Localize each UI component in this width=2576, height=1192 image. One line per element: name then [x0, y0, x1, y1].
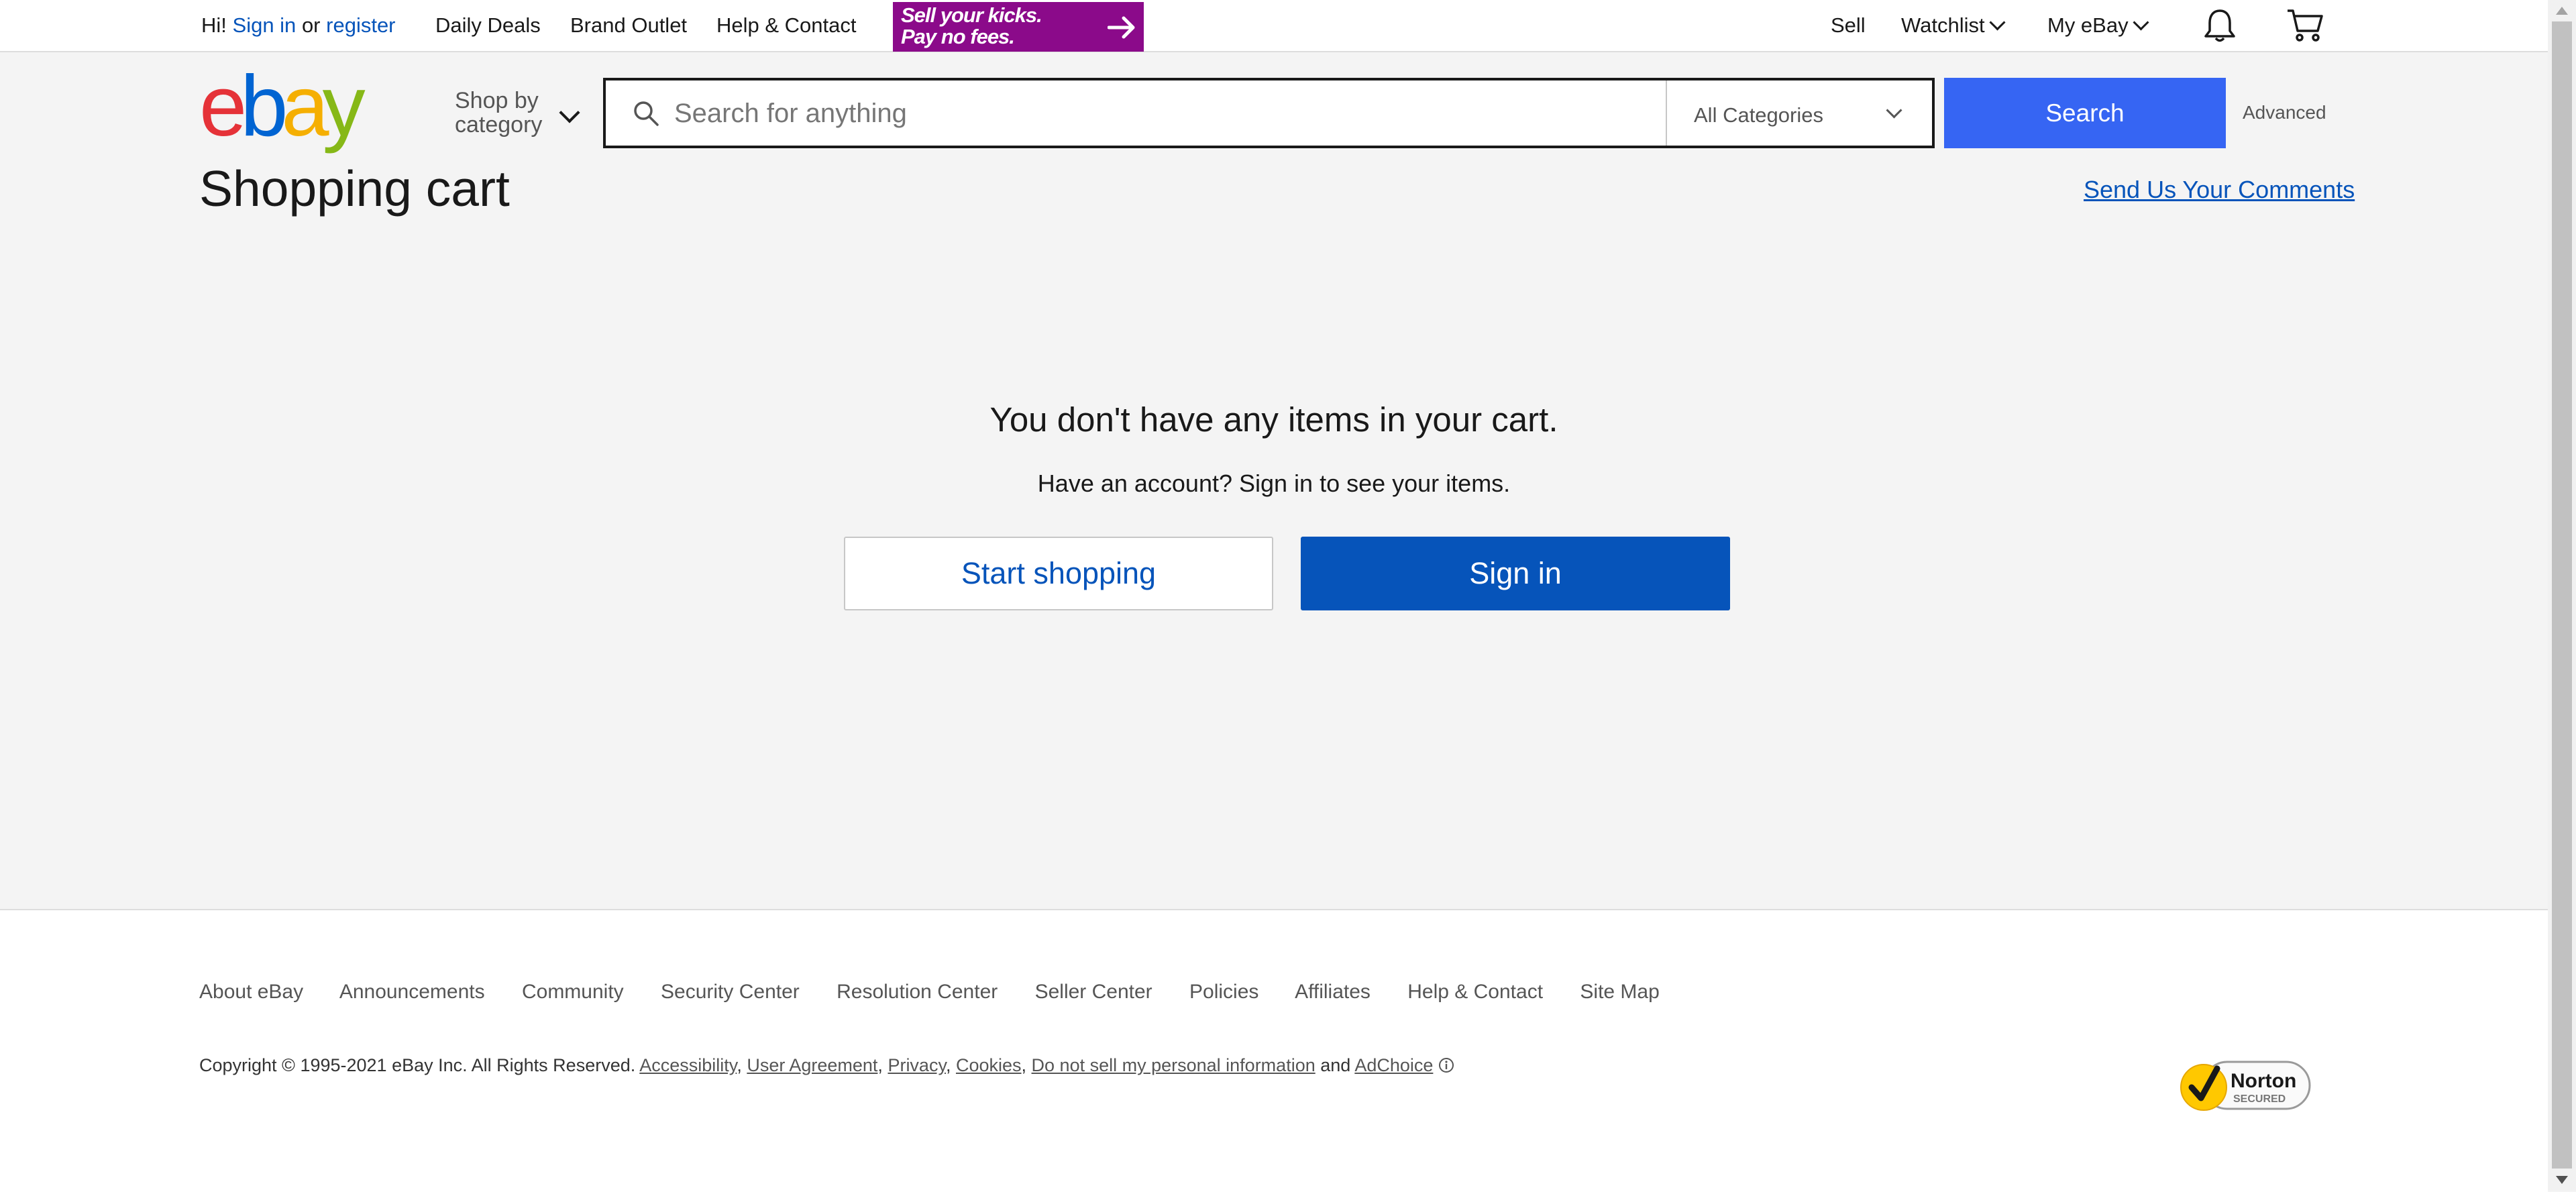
category-selected: All Categories: [1694, 103, 1823, 127]
chevron-down-icon: [559, 102, 580, 123]
empty-cart-subtext: Have an account? Sign in to see your ite…: [1037, 470, 1511, 497]
greeting-or: or: [301, 13, 321, 37]
page-title: Shopping cart: [199, 160, 510, 217]
my-ebay-menu[interactable]: My eBay: [2047, 13, 2149, 38]
footer-link-community[interactable]: Community: [522, 981, 624, 1003]
promo-banner[interactable]: Sell your kicks. Pay no fees.: [893, 2, 1144, 52]
search-bar: All Categories: [603, 78, 1935, 148]
shop-by-line1: Shop by: [455, 88, 539, 113]
chevron-down-icon: [1886, 102, 1902, 119]
promo-line-1: Sell your kicks.: [901, 3, 1042, 27]
top-utility-bar: Hi! Sign in or register Daily Deals Bran…: [0, 0, 2548, 52]
sign-in-button[interactable]: Sign in: [1301, 537, 1730, 610]
greeting: Hi! Sign in or register: [201, 13, 396, 38]
svg-text:ebay: ebay: [199, 68, 366, 154]
register-link[interactable]: register: [326, 13, 395, 37]
brand-outlet-link[interactable]: Brand Outlet: [570, 13, 687, 38]
search-icon: [634, 101, 659, 126]
scroll-down-arrow-icon[interactable]: [2556, 1176, 2568, 1184]
arrow-right-icon: [1108, 16, 1135, 39]
daily-deals-link[interactable]: Daily Deals: [435, 13, 541, 38]
footer-link-security-center[interactable]: Security Center: [661, 981, 800, 1003]
shop-by-category-button[interactable]: Shop by category: [455, 89, 542, 137]
norton-word: Norton: [2231, 1070, 2296, 1092]
page-scrollbar[interactable]: [2548, 0, 2576, 1191]
copyright-line: Copyright © 1995-2021 eBay Inc. All Righ…: [199, 1055, 1454, 1076]
shop-by-line2: category: [455, 112, 543, 138]
chevron-down-icon: [2133, 14, 2149, 31]
chevron-down-icon: [1989, 14, 2006, 31]
footer-link-affiliates[interactable]: Affiliates: [1295, 981, 1371, 1003]
scroll-up-arrow-icon[interactable]: [2556, 7, 2568, 15]
copyright-text: Copyright © 1995-2021 eBay Inc. All Righ…: [199, 1055, 636, 1075]
sign-in-link[interactable]: Sign in: [233, 13, 297, 37]
footer-links: About eBay Announcements Community Secur…: [199, 981, 1691, 1004]
footer-link-resolution-center[interactable]: Resolution Center: [837, 981, 998, 1003]
footer-link-help-contact[interactable]: Help & Contact: [1407, 981, 1543, 1003]
watchlist-menu[interactable]: Watchlist: [1901, 13, 2006, 38]
help-contact-link[interactable]: Help & Contact: [716, 13, 857, 38]
watchlist-label: Watchlist: [1901, 13, 1985, 37]
advanced-search-link[interactable]: Advanced: [2243, 102, 2326, 123]
search-button[interactable]: Search: [1944, 78, 2226, 148]
greeting-prefix: Hi!: [201, 13, 227, 37]
do-not-sell-link[interactable]: Do not sell my personal information: [1032, 1055, 1316, 1075]
privacy-link[interactable]: Privacy: [888, 1055, 946, 1075]
promo-line-2: Pay no fees.: [901, 25, 1015, 48]
send-comments-link[interactable]: Send Us Your Comments: [2084, 176, 2355, 204]
adchoice-link[interactable]: AdChoice: [1354, 1055, 1433, 1075]
empty-cart-message: You don't have any items in your cart.: [989, 400, 1558, 439]
sell-link[interactable]: Sell: [1831, 13, 1866, 38]
my-ebay-label: My eBay: [2047, 13, 2129, 37]
start-shopping-button[interactable]: Start shopping: [844, 537, 1273, 610]
user-agreement-link[interactable]: User Agreement: [747, 1055, 877, 1075]
scroll-thumb[interactable]: [2552, 21, 2572, 1169]
footer-link-policies[interactable]: Policies: [1189, 981, 1258, 1003]
footer-link-seller-center[interactable]: Seller Center: [1035, 981, 1152, 1003]
shopping-cart-icon[interactable]: [2286, 7, 2324, 44]
secured-word: SECURED: [2233, 1093, 2286, 1105]
footer-link-about[interactable]: About eBay: [199, 981, 303, 1003]
cookies-link[interactable]: Cookies: [956, 1055, 1022, 1075]
adchoice-info-icon[interactable]: [1438, 1057, 1454, 1073]
footer-link-announcements[interactable]: Announcements: [339, 981, 485, 1003]
footer: About eBay Announcements Community Secur…: [0, 909, 2548, 1192]
ebay-logo[interactable]: ebay: [199, 68, 400, 160]
notification-bell-icon[interactable]: [2202, 7, 2238, 44]
accessibility-link[interactable]: Accessibility: [639, 1055, 737, 1075]
and-text: and: [1320, 1055, 1351, 1075]
search-input[interactable]: [673, 80, 1655, 147]
category-select[interactable]: All Categories: [1666, 80, 1932, 146]
norton-secured-badge[interactable]: Norton SECURED: [2177, 1054, 2312, 1117]
footer-link-site-map[interactable]: Site Map: [1580, 981, 1659, 1003]
